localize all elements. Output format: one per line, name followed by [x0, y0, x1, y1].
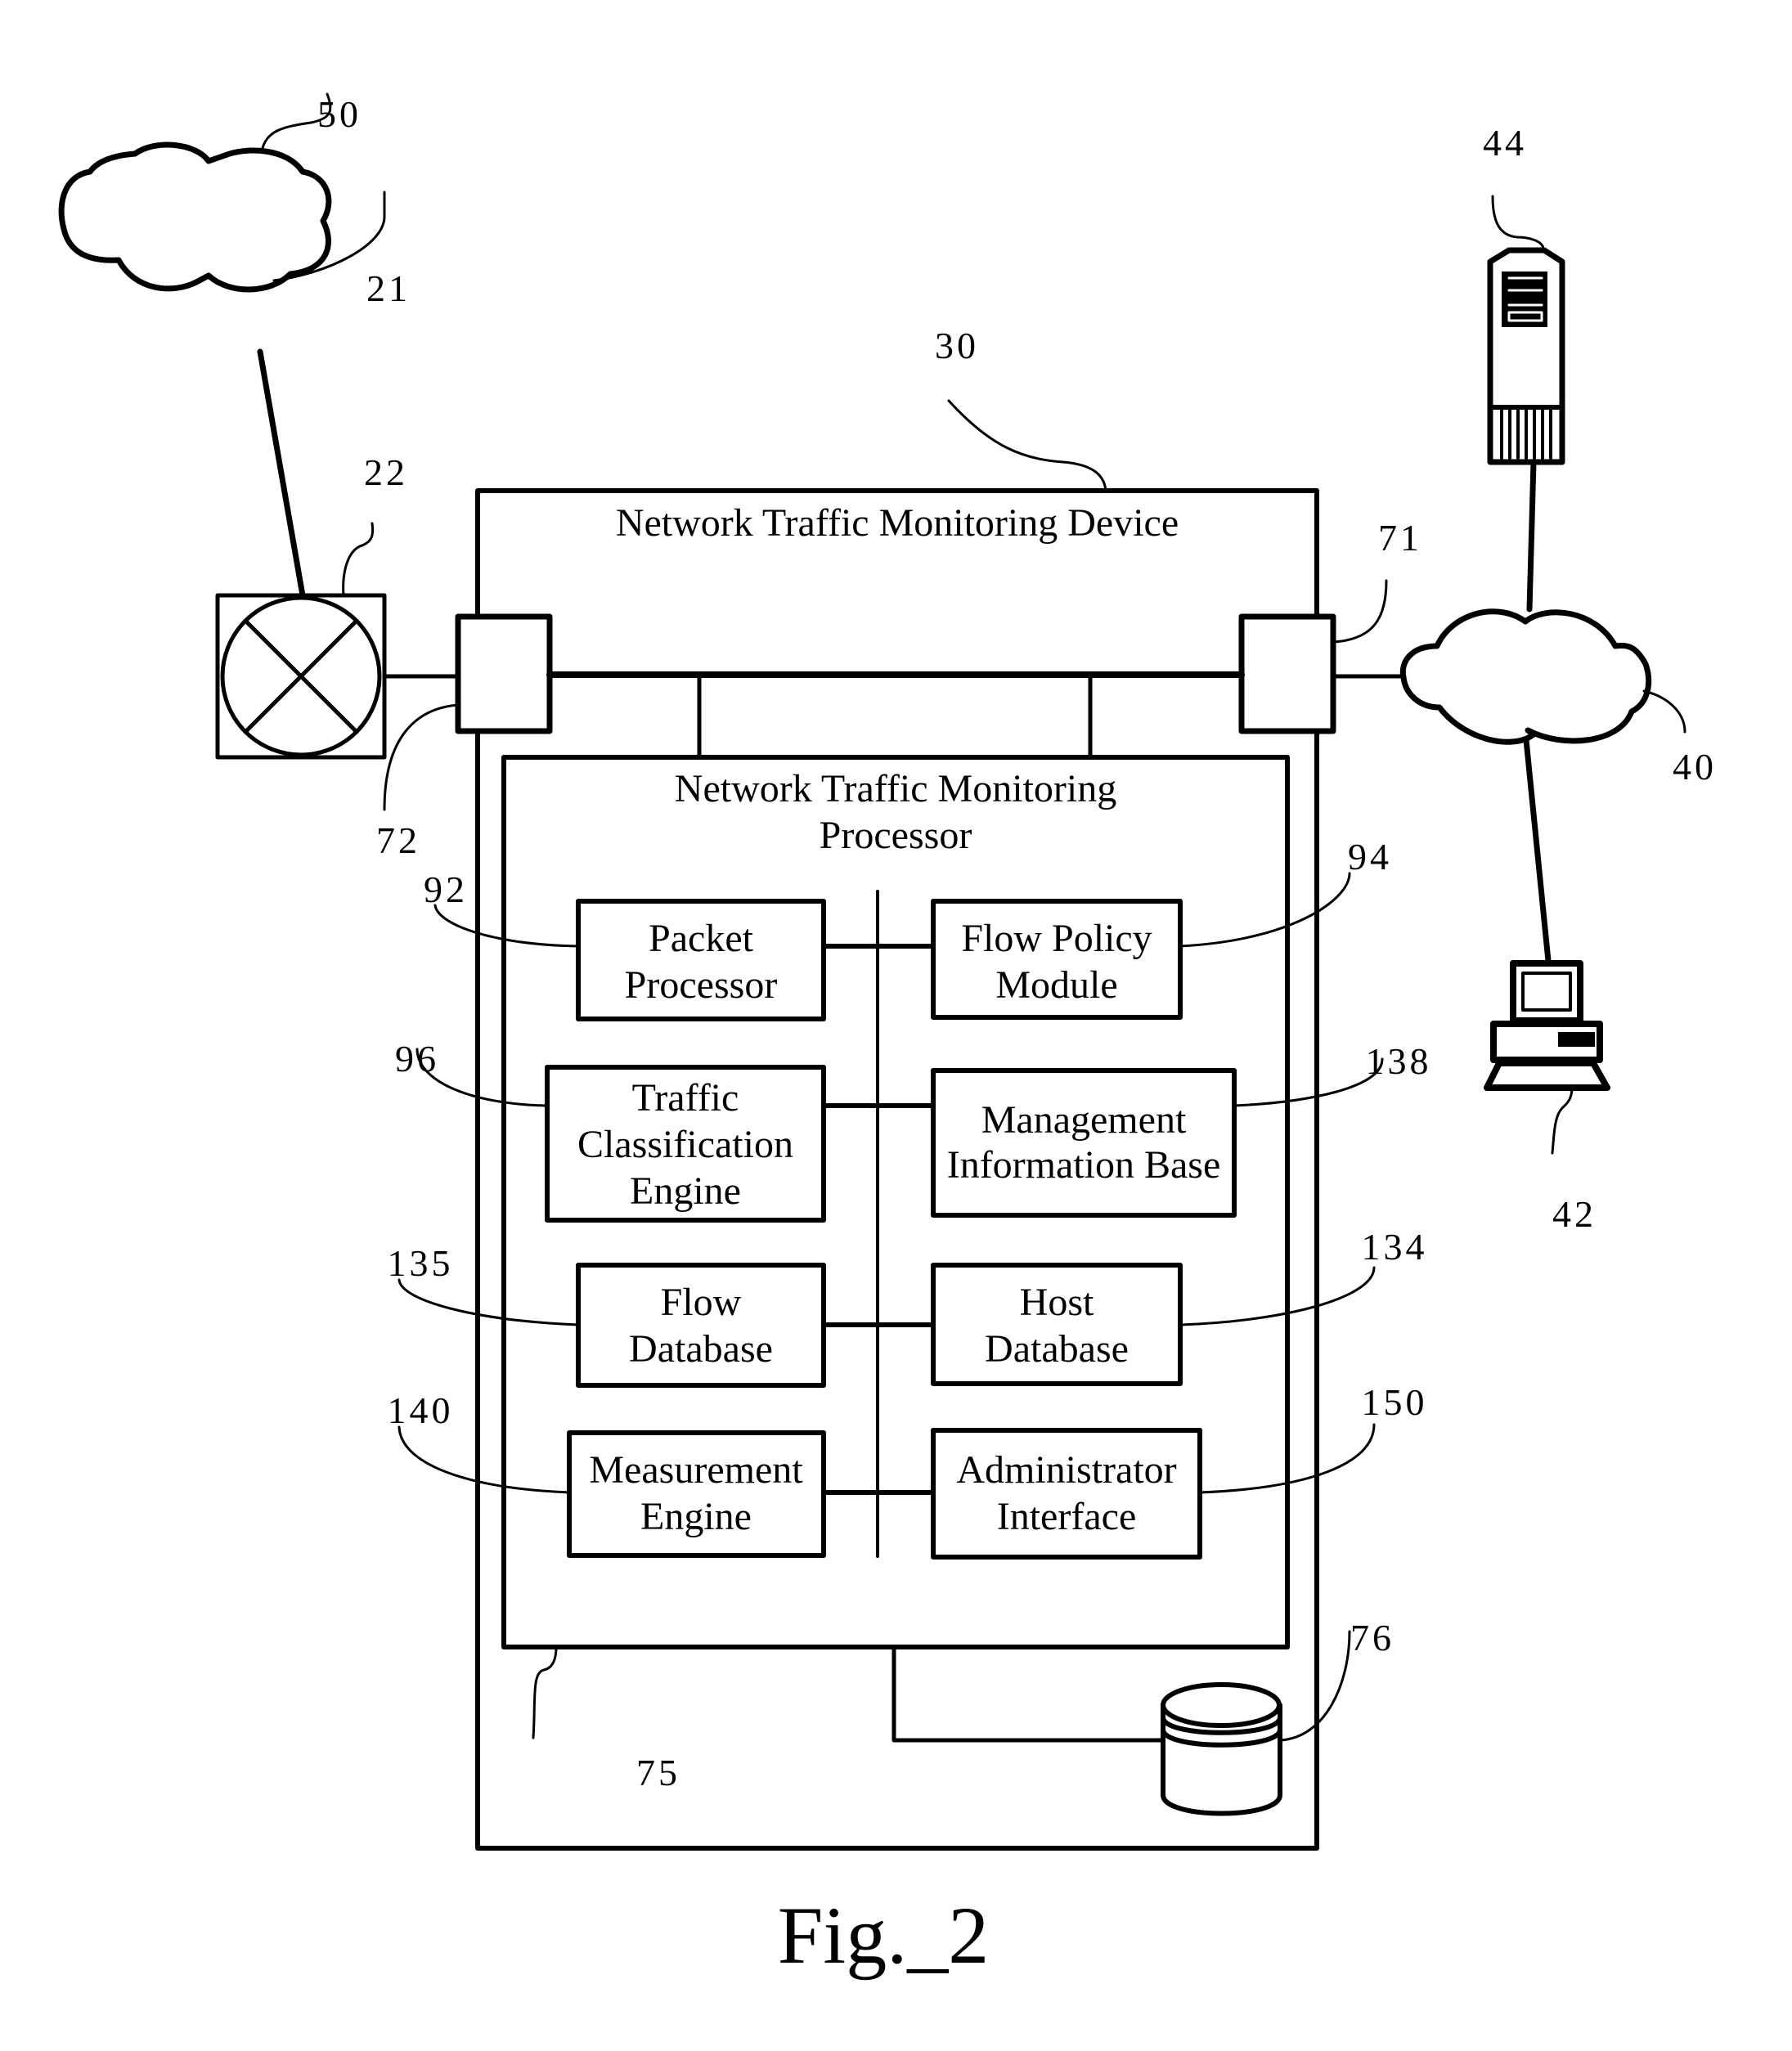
ref-76: 76 — [1350, 1617, 1395, 1658]
processor-title-line2: Processor — [820, 814, 972, 857]
module-label-138-l2: Information Base — [947, 1143, 1221, 1187]
ref-134: 134 — [1362, 1226, 1428, 1268]
device-title: Network Traffic Monitoring Device — [616, 501, 1179, 545]
storage-link — [892, 1645, 1168, 1743]
router-icon — [215, 593, 387, 760]
client-link — [1523, 737, 1552, 964]
leader-42 — [1551, 1086, 1574, 1155]
desktop-computer-icon — [1484, 960, 1610, 1091]
module-label-135-l1: Flow — [661, 1281, 742, 1324]
module-label-94-l2: Module — [995, 963, 1117, 1007]
leader-72 — [383, 703, 460, 811]
ref-96: 96 — [395, 1038, 439, 1079]
module-label-140-l1: Measurement — [589, 1448, 803, 1492]
ref-94: 94 — [1348, 836, 1392, 877]
leader-44 — [1491, 195, 1545, 252]
ref-138: 138 — [1366, 1040, 1432, 1082]
wan-cloud-icon — [58, 141, 332, 293]
patent-figure: Network Traffic Monitoring Device Networ… — [58, 92, 1717, 1981]
port-71-box — [1238, 613, 1336, 734]
module-label-150-l1: Administrator — [956, 1448, 1176, 1492]
processor-title-line1: Network Traffic Monitoring — [675, 767, 1116, 810]
ref-22: 22 — [364, 451, 408, 493]
ref-150: 150 — [1362, 1381, 1428, 1423]
module-label-140-l2: Engine — [640, 1495, 752, 1538]
ref-140: 140 — [388, 1389, 454, 1431]
database-cylinder-icon — [1161, 1682, 1282, 1816]
ref-92: 92 — [424, 868, 468, 910]
leader-30 — [947, 399, 1107, 492]
module-label-96-l3: Engine — [630, 1169, 741, 1213]
server-link — [1526, 459, 1537, 613]
leader-92 — [433, 904, 580, 948]
server-tower-icon — [1487, 247, 1565, 465]
ref-75: 75 — [636, 1752, 680, 1793]
leader-135 — [397, 1278, 580, 1326]
ref-40: 40 — [1673, 746, 1717, 788]
ref-50: 50 — [317, 93, 362, 135]
module-label-150-l2: Interface — [997, 1495, 1137, 1538]
wan-link-21 — [257, 348, 306, 599]
module-label-134-l2: Database — [985, 1327, 1129, 1371]
ref-44: 44 — [1483, 122, 1527, 164]
module-label-96-l2: Classification — [577, 1123, 793, 1166]
ref-30: 30 — [935, 325, 979, 366]
leader-140 — [397, 1425, 571, 1494]
ref-21: 21 — [366, 267, 411, 309]
leader-75 — [532, 1645, 558, 1739]
leader-94 — [1179, 872, 1351, 948]
ref-71: 71 — [1378, 517, 1422, 559]
lan-cloud-icon — [1399, 608, 1652, 745]
module-label-94-l1: Flow Policy — [961, 917, 1152, 960]
module-label-92-l1: Packet — [649, 917, 754, 960]
leader-22 — [342, 522, 375, 597]
module-label-96-l1: Traffic — [632, 1076, 739, 1120]
leader-134 — [1179, 1266, 1376, 1326]
leader-40 — [1642, 689, 1686, 734]
leader-138 — [1233, 1057, 1384, 1107]
ref-72: 72 — [376, 819, 420, 861]
port-72-box — [455, 613, 553, 734]
module-label-134-l1: Host — [1020, 1281, 1094, 1324]
ref-135: 135 — [388, 1242, 454, 1284]
module-label-138-l1: Management — [981, 1098, 1187, 1142]
figure-caption: Fig._2 — [778, 1890, 989, 1981]
leader-71 — [1332, 579, 1388, 644]
ref-42: 42 — [1552, 1193, 1597, 1235]
module-label-92-l2: Processor — [625, 963, 778, 1007]
module-label-135-l2: Database — [629, 1327, 773, 1371]
